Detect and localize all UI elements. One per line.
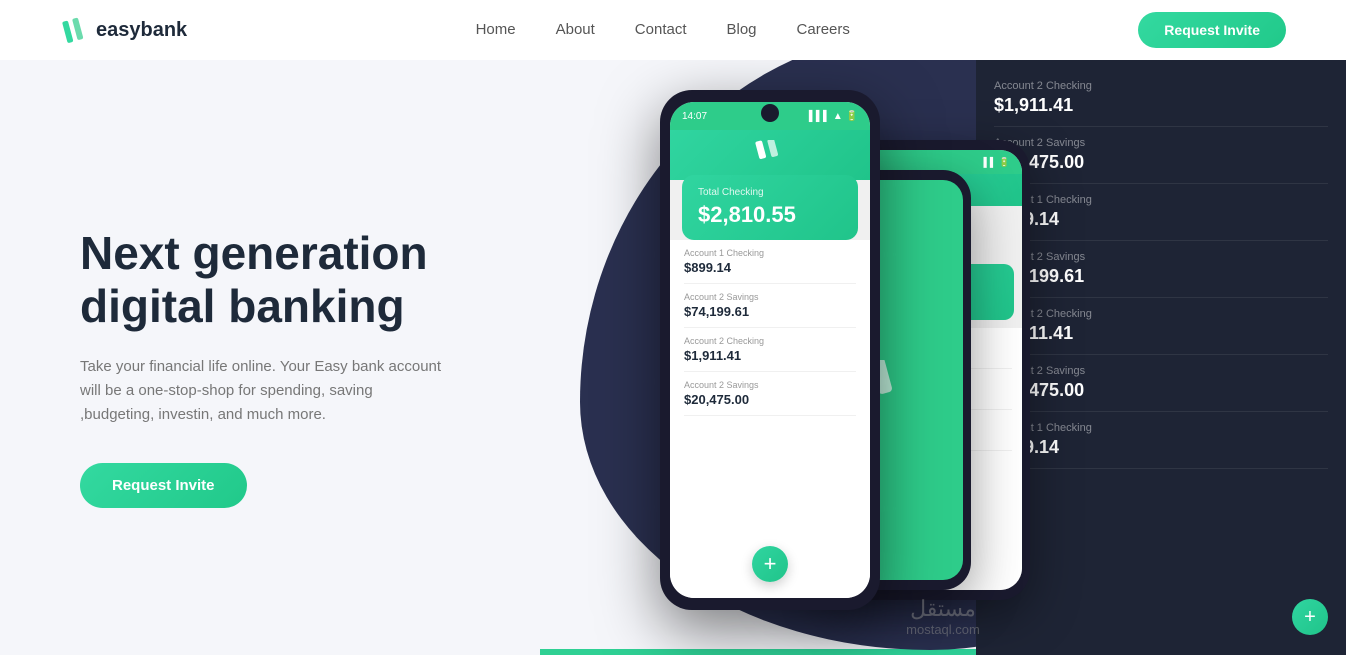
right-panel-account-5: Account 2 Checking $1,911.41 [994,308,1328,355]
watermark-arabic: مستقل [906,596,980,622]
phone-balance-amount-center: $2,810.55 [698,202,842,228]
phone-notch-center [761,104,779,122]
hero-section: Next generation digital banking Take you… [0,60,1346,655]
right-panel-account-1: Account 2 Checking $1,911.41 [994,80,1328,127]
phone-signal-center: ▌▌▌ ▲ 🔋 [809,111,858,122]
phone-header-center [670,130,870,180]
phone-account-row-4: Account 2 Savings $20,475.00 [684,380,856,416]
phone-logo-center [755,140,785,160]
phone-accounts-center: Account 1 Checking $899.14 Account 2 Sav… [670,240,870,598]
hero-left: Next generation digital banking Take you… [0,60,540,655]
phone-fab-center: + [752,546,788,582]
phone-account-amount-3: $1,911.41 [684,348,856,363]
nav-home[interactable]: Home [476,21,516,38]
hero-description: Take your financial life online. Your Ea… [80,355,450,427]
phone-account-row-3: Account 2 Checking $1,911.41 [684,336,856,372]
logo-icon [60,16,88,44]
watermark: مستقل mostaql.com [906,596,980,637]
hero-right: 14:07 ▌▌▌ ▲ 🔋 Total Checking [540,60,1346,655]
hero-request-invite-button[interactable]: Request Invite [80,463,247,508]
right-panel-account-2: Account 2 Savings $20,475.00 [994,137,1328,184]
phone-account-amount-2: $74,199.61 [684,304,856,319]
phone-account-label-4: Account 2 Savings [684,380,856,390]
nav-careers[interactable]: Careers [797,21,850,38]
right-panel-inner: Account 2 Checking $1,911.41 Account 2 S… [994,80,1328,469]
phone-time-center: 14:07 [682,111,707,122]
nav-links: Home About Contact Blog Careers [476,21,850,39]
phone-account-label-3: Account 2 Checking [684,336,856,346]
phone-balance-label-center: Total Checking [698,187,842,198]
right-panel-fab: + [1292,599,1328,635]
phone-account-row-2: Account 2 Savings $74,199.61 [684,292,856,328]
nav-contact[interactable]: Contact [635,21,687,38]
nav-about[interactable]: About [556,21,595,38]
phone-account-label-1: Account 1 Checking [684,248,856,258]
right-panel-account-6: Account 2 Savings $20,475.00 [994,365,1328,412]
phone-screen-center: 14:07 ▌▌▌ ▲ 🔋 Total Checking [670,102,870,598]
right-panel: Account 2 Checking $1,911.41 Account 2 S… [976,60,1346,655]
hero-title: Next generation digital banking [80,227,480,333]
watermark-latin: mostaql.com [906,622,980,637]
phone-account-label-2: Account 2 Savings [684,292,856,302]
logo: easybank [60,16,187,44]
right-panel-account-7: Account 1 Checking $899.14 [994,422,1328,469]
navbar: easybank Home About Contact Blog Careers… [0,0,1346,60]
phone-account-row-1: Account 1 Checking $899.14 [684,248,856,284]
phone-balance-card-center: Total Checking $2,810.55 [682,175,858,240]
right-panel-account-4: Account 2 Savings $74,199.61 [994,251,1328,298]
nav-blog[interactable]: Blog [727,21,757,38]
phone-frame-center: 14:07 ▌▌▌ ▲ 🔋 Total Checking [660,90,880,610]
phone-account-amount-1: $899.14 [684,260,856,275]
logo-text: easybank [96,19,187,42]
right-panel-account-3: Account 1 Checking $899.14 [994,194,1328,241]
nav-request-invite-button[interactable]: Request Invite [1138,12,1286,48]
phone-account-amount-4: $20,475.00 [684,392,856,407]
phone-center: 14:07 ▌▌▌ ▲ 🔋 Total Checking [660,90,880,610]
